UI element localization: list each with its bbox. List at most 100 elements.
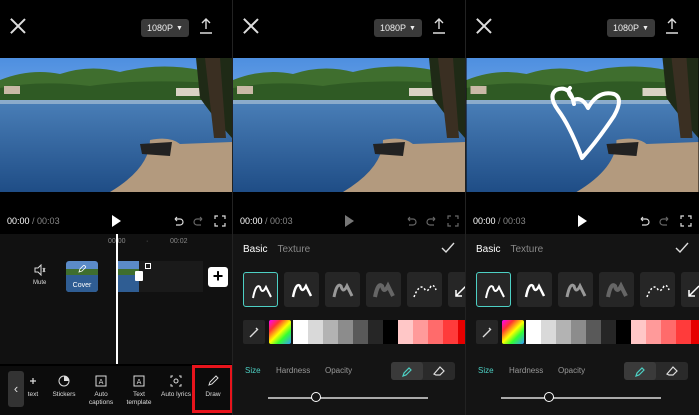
close-icon[interactable] <box>10 18 26 34</box>
size-slider-thumb[interactable] <box>544 392 554 402</box>
swatch-gray-2[interactable] <box>556 320 571 344</box>
swatch-red-1[interactable] <box>631 320 646 344</box>
swatch-red-1[interactable] <box>398 320 413 344</box>
resolution-dropdown[interactable]: 1080P ▼ <box>607 19 655 37</box>
video-clip[interactable] <box>117 261 203 292</box>
tab-texture[interactable]: Texture <box>277 244 310 255</box>
eyedropper-icon <box>482 327 492 338</box>
size-slider-thumb[interactable] <box>311 392 321 402</box>
swatch-gray-4[interactable] <box>353 320 368 344</box>
swatch-gray-3[interactable] <box>338 320 353 344</box>
swatch-red-2[interactable] <box>646 320 661 344</box>
cover-button[interactable]: Cover <box>66 261 98 292</box>
pen-mode[interactable] <box>624 362 656 380</box>
pen-mode[interactable] <box>391 362 423 380</box>
tool-stickers[interactable]: Stickers <box>45 375 83 399</box>
export-icon[interactable] <box>665 18 679 34</box>
tab-basic[interactable]: Basic <box>476 244 500 255</box>
play-icon[interactable] <box>345 215 354 227</box>
brush-bold[interactable] <box>284 272 319 307</box>
tool-text-template[interactable]: A Text template <box>120 375 158 407</box>
redo-icon[interactable] <box>426 215 438 227</box>
check-icon[interactable] <box>441 242 455 254</box>
brush-dashed[interactable] <box>407 272 442 307</box>
timeline[interactable]: 00:00 · 00:02 Mute Cover + <box>0 234 232 364</box>
export-icon[interactable] <box>432 18 446 34</box>
swatch-black[interactable] <box>383 320 398 344</box>
resolution-dropdown[interactable]: 1080P ▼ <box>374 19 422 37</box>
opacity-tab[interactable]: Opacity <box>325 366 352 375</box>
brush-arrow[interactable] <box>681 272 699 307</box>
eraser-icon[interactable] <box>656 362 688 380</box>
redo-icon[interactable] <box>193 215 205 227</box>
swatch-gray-1[interactable] <box>308 320 323 344</box>
swatch-gray-1[interactable] <box>541 320 556 344</box>
brush-bold[interactable] <box>517 272 552 307</box>
transition-marker[interactable] <box>135 271 143 281</box>
size-slider[interactable] <box>268 392 428 402</box>
eyedropper-button[interactable] <box>476 320 498 344</box>
swatch-red-5[interactable] <box>691 320 699 344</box>
brush-dashed[interactable] <box>640 272 675 307</box>
brush-soft[interactable] <box>558 272 593 307</box>
brush-arrow[interactable] <box>448 272 465 307</box>
size-tab[interactable]: Size <box>478 366 494 375</box>
swatch-red-3[interactable] <box>661 320 676 344</box>
swatch-red-2[interactable] <box>413 320 428 344</box>
check-icon[interactable] <box>675 242 689 254</box>
tab-basic[interactable]: Basic <box>243 244 267 255</box>
size-tab[interactable]: Size <box>245 366 261 375</box>
undo-icon[interactable] <box>172 215 184 227</box>
fullscreen-icon[interactable] <box>214 215 226 227</box>
undo-icon[interactable] <box>638 215 650 227</box>
brush-solid[interactable] <box>476 272 511 307</box>
resolution-dropdown[interactable]: 1080P ▼ <box>141 19 189 37</box>
pen-eraser-toggle[interactable] <box>391 362 455 380</box>
brush-blur[interactable] <box>599 272 634 307</box>
swatch-white[interactable] <box>526 320 541 344</box>
swatch-gray-4[interactable] <box>586 320 601 344</box>
brush-solid[interactable] <box>243 272 278 307</box>
size-slider[interactable] <box>501 392 661 402</box>
close-icon[interactable] <box>243 18 259 34</box>
undo-icon[interactable] <box>405 215 417 227</box>
swatch-red-3[interactable] <box>428 320 443 344</box>
hardness-tab[interactable]: Hardness <box>276 366 310 375</box>
color-wheel-button[interactable] <box>269 320 291 344</box>
brush-blur[interactable] <box>366 272 401 307</box>
play-icon[interactable] <box>578 215 587 227</box>
tab-texture[interactable]: Texture <box>510 244 543 255</box>
swatch-red-4[interactable] <box>676 320 691 344</box>
export-icon[interactable] <box>199 18 213 34</box>
video-preview[interactable] <box>466 58 699 192</box>
pen-eraser-toggle[interactable] <box>624 362 688 380</box>
swatch-black[interactable] <box>616 320 631 344</box>
add-clip-button[interactable]: + <box>208 267 228 287</box>
eraser-icon[interactable] <box>423 362 455 380</box>
tool-auto-lyrics[interactable]: Auto lyrics <box>157 375 195 399</box>
swatch-gray-5[interactable] <box>601 320 616 344</box>
swatch-gray-2[interactable] <box>323 320 338 344</box>
hardness-tab[interactable]: Hardness <box>509 366 543 375</box>
brush-arrow-icon <box>688 285 699 297</box>
brush-soft[interactable] <box>325 272 360 307</box>
video-preview[interactable] <box>233 58 465 192</box>
auto-captions-icon: A <box>95 375 107 387</box>
play-icon[interactable] <box>112 215 121 227</box>
swatch-red-5[interactable] <box>458 320 465 344</box>
redo-icon[interactable] <box>659 215 671 227</box>
eyedropper-button[interactable] <box>243 320 265 344</box>
clip-handle[interactable] <box>145 263 151 269</box>
fullscreen-icon[interactable] <box>447 215 459 227</box>
fullscreen-icon[interactable] <box>680 215 692 227</box>
swatch-red-4[interactable] <box>443 320 458 344</box>
swatch-gray-3[interactable] <box>571 320 586 344</box>
close-icon[interactable] <box>476 18 492 34</box>
swatch-white[interactable] <box>293 320 308 344</box>
opacity-tab[interactable]: Opacity <box>558 366 585 375</box>
tool-auto-captions[interactable]: A Auto captions <box>82 375 120 407</box>
swatch-gray-5[interactable] <box>368 320 383 344</box>
mute-button[interactable]: Mute <box>33 263 46 286</box>
playhead[interactable] <box>116 234 118 364</box>
color-wheel-button[interactable] <box>502 320 524 344</box>
